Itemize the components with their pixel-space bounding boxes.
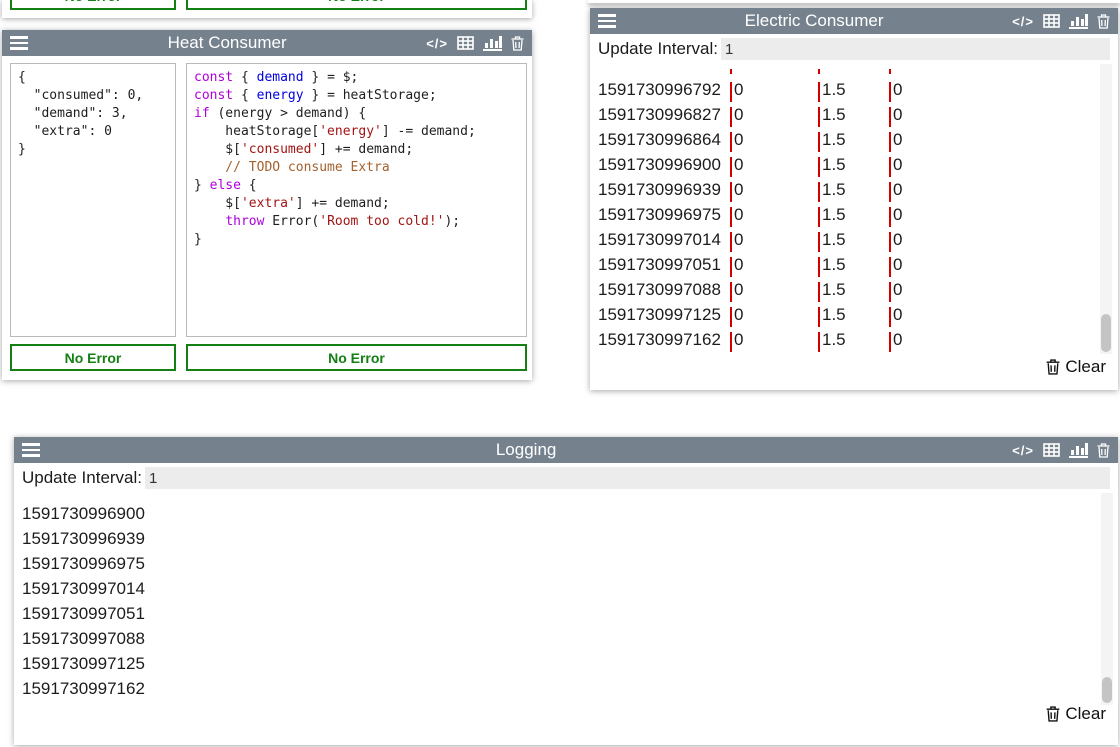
trash-icon[interactable] [1097,443,1110,458]
trash-icon[interactable] [511,36,524,51]
chart-icon[interactable] [1069,442,1088,458]
panel-header: Heat Consumer </> [2,30,532,56]
header-toolbar: </> [1012,13,1110,29]
trash-icon[interactable] [1097,14,1110,29]
header-toolbar: </> [1012,442,1110,458]
scrollbar-track[interactable] [1101,493,1113,705]
update-interval-label: Update Interval: [22,468,142,488]
scrollbar-track[interactable] [1100,64,1112,354]
list-item: 1591730996939 [14,526,1118,551]
table-row: 159173099716201.50 [590,327,1118,352]
clear-button[interactable]: Clear [1046,357,1106,377]
status-label: No Error [328,0,385,4]
table-row: 159173099693901.50 [590,177,1118,202]
list-item: 1591730997125 [14,651,1118,676]
status-badge: No Error [10,344,176,371]
update-interval-input[interactable] [145,467,1110,489]
table-row: 159173099690001.50 [590,152,1118,177]
table-icon[interactable] [457,36,474,50]
status-badge: No Error [186,0,527,10]
code-icon[interactable]: </> [426,36,448,51]
list-item: 1591730997014 [14,576,1118,601]
clear-label: Clear [1065,357,1106,377]
table-row: 159173099697501.50 [590,202,1118,227]
table-row: 159173099682701.50 [590,102,1118,127]
electric-consumer-panel: Electric Consumer </> Update Interval: 1… [590,8,1118,390]
code-icon[interactable]: </> [1012,14,1034,29]
heat-code-editor[interactable]: const { demand } = $;const { energy } = … [186,63,527,337]
status-badge: No Error [10,0,176,10]
update-interval-row: Update Interval: [22,467,1110,489]
clear-row: Clear [590,354,1118,380]
table-row: 159173099701401.50 [590,227,1118,252]
table-row: 159173099705101.50 [590,252,1118,277]
heat-state-json[interactable]: { "consumed": 0, "demand": 3, "extra": 0… [10,63,176,337]
table-row: 159173099712501.50 [590,302,1118,327]
cutoff-panel-top-right [588,0,1120,3]
page-title: Logging [48,440,1004,460]
logging-rows: 1591730996900159173099693915917309969751… [14,493,1118,701]
menu-icon[interactable] [10,36,28,50]
status-badge: No Error [186,344,527,371]
update-interval-row: Update Interval: [598,38,1110,60]
update-interval-label: Update Interval: [598,39,718,59]
update-interval-input[interactable] [721,38,1110,60]
list-item: 1591730997088 [14,626,1118,651]
clear-row: Clear [14,701,1118,727]
list-item: 1591730997051 [14,601,1118,626]
panel-header: Logging </> [14,437,1118,463]
table-icon[interactable] [1043,14,1060,28]
menu-icon[interactable] [598,14,616,28]
heat-consumer-panel: Heat Consumer </> { "consumed": 0, "dema… [2,30,532,380]
list-item: 1591730996975 [14,551,1118,576]
table-row: 159173099679201.50 [590,77,1118,102]
code-icon[interactable]: </> [1012,443,1034,458]
status-label: No Error [65,0,122,4]
header-toolbar: </> [426,35,524,51]
scrollbar-thumb[interactable] [1102,677,1112,703]
scrollbar-thumb[interactable] [1101,314,1111,352]
electric-rows: 159173099679201.50159173099682701.501591… [590,64,1118,354]
clear-button[interactable]: Clear [1046,704,1106,724]
list-item: 1591730997162 [14,676,1118,701]
cutoff-panel-top-left: No Error No Error [2,0,532,18]
status-label: No Error [328,350,385,366]
panel-header: Electric Consumer </> [590,8,1118,34]
logging-panel: Logging </> Update Interval: 15917309969… [14,437,1118,745]
clear-label: Clear [1065,704,1106,724]
page-title: Heat Consumer [36,33,418,53]
list-item: 1591730996900 [14,501,1118,526]
menu-icon[interactable] [22,443,40,457]
partial-row-separators [590,70,1118,77]
table-icon[interactable] [1043,443,1060,457]
page-title: Electric Consumer [624,11,1004,31]
chart-icon[interactable] [1069,13,1088,29]
status-label: No Error [65,350,122,366]
chart-icon[interactable] [483,35,502,51]
table-row: 159173099686401.50 [590,127,1118,152]
table-row: 159173099708801.50 [590,277,1118,302]
